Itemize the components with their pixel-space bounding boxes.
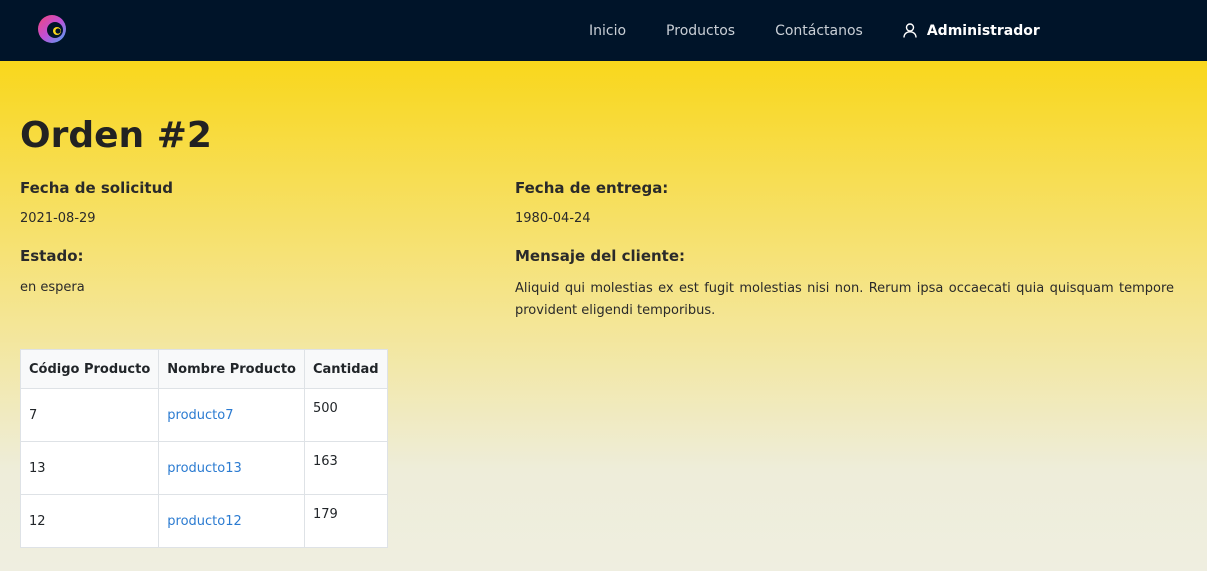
product-name-cell: producto7 xyxy=(158,388,305,442)
user-name: Administrador xyxy=(926,22,1040,39)
nav-link-inicio[interactable]: Inicio xyxy=(589,23,626,39)
request-date-label: Fecha de solicitud xyxy=(20,179,173,197)
nav-link-productos[interactable]: Productos xyxy=(666,23,735,39)
request-date-value: 2021-08-29 xyxy=(20,211,96,226)
product-code: 12 xyxy=(19,494,160,548)
customer-message: Aliquid qui molestias ex est fugit moles… xyxy=(515,281,1174,318)
user-icon xyxy=(903,23,917,38)
product-link[interactable]: producto13 xyxy=(167,461,242,476)
column-header-name: Nombre Producto xyxy=(158,349,305,389)
product-quantity: 500 xyxy=(303,388,388,442)
status-value: en espera xyxy=(20,280,85,295)
navbar: Inicio Productos Contáctanos Administrad… xyxy=(0,0,1207,61)
column-header-code: Código Producto xyxy=(19,349,160,389)
nav-link-contactanos[interactable]: Contáctanos xyxy=(775,23,863,39)
app-logo-icon[interactable] xyxy=(36,13,68,45)
status-label: Estado: xyxy=(20,247,84,265)
column-header-quantity: Cantidad xyxy=(303,349,388,389)
product-link[interactable]: producto12 xyxy=(167,514,242,529)
user-menu[interactable]: Administrador xyxy=(903,23,1040,39)
page-title: Orden #2 xyxy=(20,115,212,156)
table-row: 13 producto13 163 xyxy=(19,441,388,495)
delivery-date-label: Fecha de entrega: xyxy=(515,179,669,197)
table-row: 7 producto7 500 xyxy=(19,388,388,442)
table-row: 12 producto12 179 xyxy=(19,494,388,548)
order-detail: Orden #2 Fecha de solicitud 2021-08-29 E… xyxy=(0,61,1207,571)
order-products-table: Código Producto Nombre Producto Cantidad… xyxy=(19,349,388,548)
table-header-row: Código Producto Nombre Producto Cantidad xyxy=(19,349,388,389)
product-quantity: 179 xyxy=(303,494,388,548)
nav-links: Inicio Productos Contáctanos Administrad… xyxy=(589,0,1040,61)
product-quantity: 163 xyxy=(303,441,388,495)
customer-message-label: Mensaje del cliente: xyxy=(515,247,686,265)
product-code: 7 xyxy=(19,388,160,442)
delivery-date-value: 1980-04-24 xyxy=(515,211,591,226)
product-name-cell: producto13 xyxy=(158,441,305,495)
product-link[interactable]: producto7 xyxy=(167,408,233,423)
product-code: 13 xyxy=(19,441,160,495)
product-name-cell: producto12 xyxy=(158,494,305,548)
